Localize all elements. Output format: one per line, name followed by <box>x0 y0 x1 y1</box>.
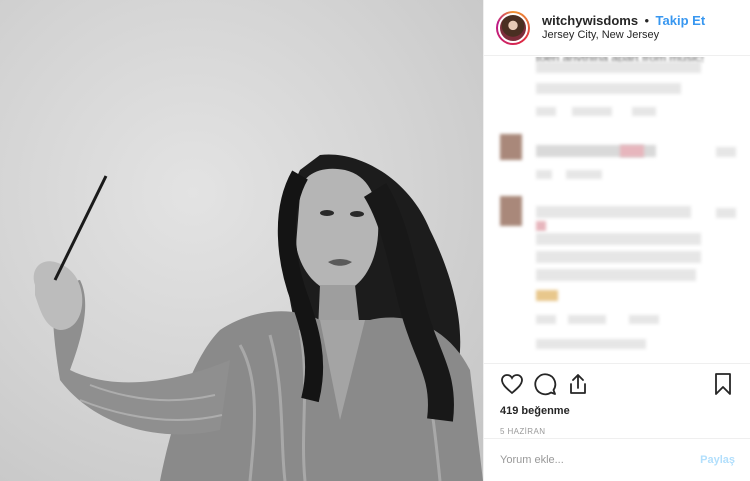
blurred-emoji <box>620 145 644 157</box>
blurred-comment-text <box>536 233 701 245</box>
header-text: witchywisdoms • Takip Et Jersey City, Ne… <box>542 13 705 43</box>
post-date[interactable]: 5 HAZİRAN <box>500 426 735 438</box>
blurred-comment-text <box>536 269 696 281</box>
blurred-meta <box>536 170 552 179</box>
heart-icon[interactable] <box>500 372 524 396</box>
likes-count[interactable]: 419 beğenme <box>500 404 735 418</box>
post-header: witchywisdoms • Takip Et Jersey City, Ne… <box>484 0 750 56</box>
location-link[interactable]: Jersey City, New Jersey <box>542 28 705 43</box>
blurred-meta <box>566 170 602 179</box>
separator-dot: • <box>644 12 650 28</box>
blurred-heart[interactable] <box>716 208 736 218</box>
bookmark-icon[interactable] <box>711 372 735 396</box>
blurred-meta <box>536 339 646 349</box>
commenter-avatar[interactable] <box>500 134 522 160</box>
blurred-text <box>536 83 681 94</box>
commenter-avatar[interactable] <box>500 196 522 226</box>
blurred-meta <box>536 107 556 116</box>
blurred-meta <box>572 107 612 116</box>
comment-form: Paylaş <box>484 438 750 481</box>
blurred-meta <box>568 315 606 324</box>
post-actions: 419 beğenme 5 HAZİRAN <box>484 363 750 438</box>
blurred-emoji <box>536 221 546 231</box>
blurred-meta <box>536 315 556 324</box>
blurred-comment-text <box>536 206 691 218</box>
post-side-panel: witchywisdoms • Takip Et Jersey City, Ne… <box>483 0 750 481</box>
conductor-photo-illustration <box>33 154 483 481</box>
blurred-meta <box>632 107 656 116</box>
comment-input[interactable] <box>500 454 701 466</box>
share-icon[interactable] <box>566 372 590 396</box>
avatar[interactable] <box>496 10 530 45</box>
blurred-comment-text <box>536 251 701 263</box>
post-photo[interactable] <box>0 0 483 481</box>
blurred-meta <box>629 315 659 324</box>
comments-list[interactable]: toen anvthina apart from music! <box>484 57 750 363</box>
action-icons <box>500 364 735 404</box>
follow-button[interactable]: Takip Et <box>656 13 706 28</box>
blurred-emoji <box>536 290 558 301</box>
username-link[interactable]: witchywisdoms <box>542 13 638 28</box>
blurred-text <box>536 61 701 73</box>
post-comment-button[interactable]: Paylaş <box>700 454 735 466</box>
avatar-image <box>498 12 528 43</box>
comment-icon[interactable] <box>533 372 557 396</box>
blurred-heart[interactable] <box>716 147 736 157</box>
